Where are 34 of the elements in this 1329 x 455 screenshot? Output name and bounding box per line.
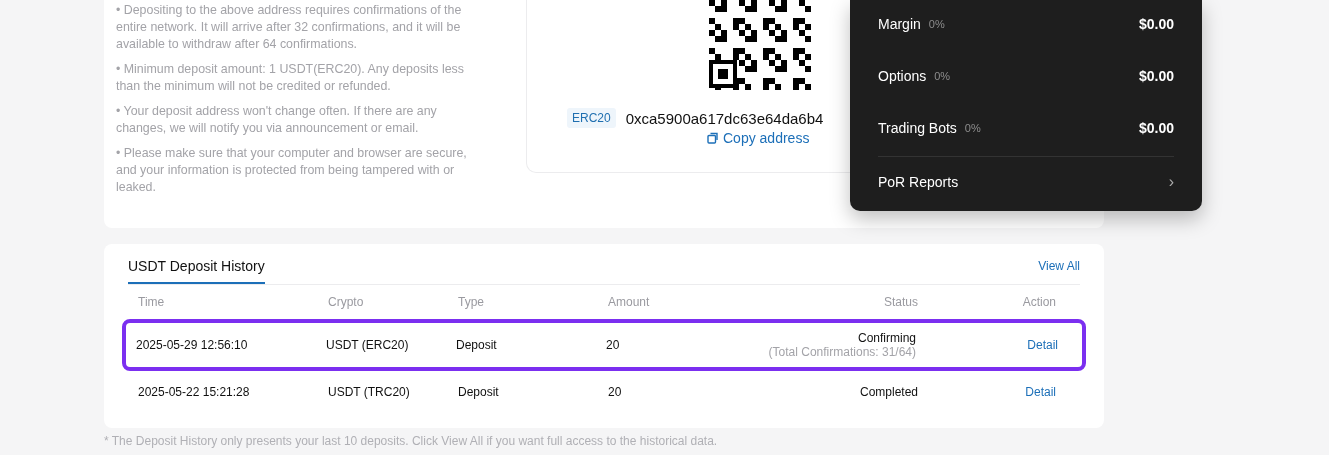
table-cell-text: USDT (TRC20) [328, 385, 411, 399]
table-cell-text: 2025-05-22 15:21:28 [138, 385, 251, 399]
deposit-note: • Please make sure that your computer and browser are secure, and your information is protected from being tampered with or leaked. [116, 145, 468, 196]
balance-amount: $0.00 [1138, 16, 1174, 32]
balance-amount: $0.00 [1138, 68, 1174, 84]
chevron-icon: › [1168, 173, 1174, 191]
percent-text: 0% [934, 70, 951, 82]
column-header: Status [882, 295, 918, 309]
deposit-note: • Depositing to the above address requires confirmations of the entire network. It will arrive after 32 confirmations, and it will be available to withdraw after 64 confirmations. [116, 2, 463, 53]
deposit-note: • Your deposit address won't change often. If there are any changes, we will notify you via announcement or email. [116, 103, 438, 137]
status-text: Completed [859, 385, 918, 399]
table-cell-text: 2025-05-29 12:56:10 [136, 338, 249, 352]
network-tag: ERC20 [567, 108, 616, 128]
table-cell-text: Deposit [458, 385, 500, 399]
table-cell-text: Deposit [456, 338, 498, 352]
column-header: Amount [608, 295, 651, 309]
table-cell-text: 20 [608, 385, 623, 399]
column-header: Type [458, 295, 485, 309]
percent-text: 0% [928, 18, 945, 30]
status-text: Confirming [857, 331, 916, 345]
wallet-address: 0xca5900a617dc63e64da6b4 [625, 109, 824, 127]
deposit-note: • Minimum deposit amount: 1 USDT(ERC20). Any deposits less than the minimum will not be credited or refunded. [116, 61, 465, 95]
column-header: Crypto [328, 295, 365, 309]
percent-text: 0% [964, 122, 981, 134]
menu-item-label: Trading Bots [878, 120, 957, 136]
column-header: Action [1021, 295, 1056, 309]
table-cell-text: 20 [606, 338, 621, 352]
table-cell-text: USDT (ERC20) [326, 338, 410, 352]
footnote: * The Deposit History only presents your last 10 deposits. Click View All if you want full access to the historical data. [104, 434, 719, 448]
balance-amount: $0.00 [1138, 120, 1174, 136]
menu-item-label: Margin [878, 16, 921, 32]
column-header: Time [138, 295, 166, 309]
menu-item-label: Options [878, 68, 927, 84]
confirmations-text: (Total Confirmations: 31/64) [768, 345, 916, 359]
